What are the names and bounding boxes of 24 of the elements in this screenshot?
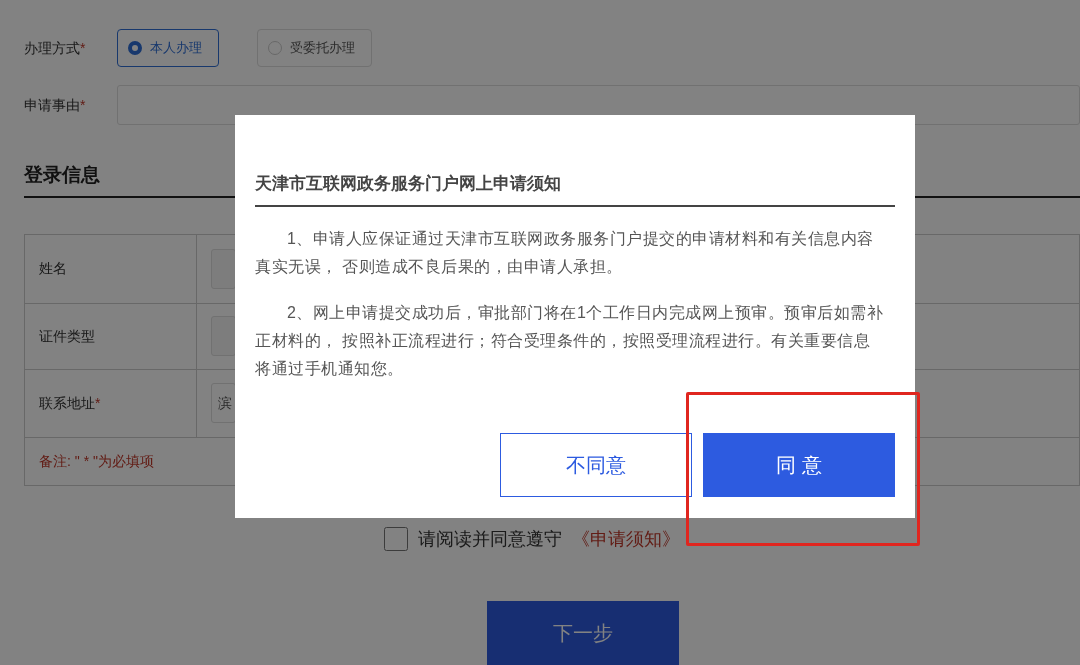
agree-checkbox[interactable] [384, 527, 408, 551]
notice-paragraph: 2、网上申请提交成功后，审批部门将在1个工作日内完成网上预审。预审后如需补正材料的， 按照补正流程进行；符合受理条件的，按照受理流程进行。有关重要信息将通过手机通知您。 [255, 302, 885, 379]
notice-paragraph: 1、申请人应保证通过天津市互联网政务服务门户提交的申请材料和有关信息内容真实无误， 否则造成不良后果的，由申请人承担。 [255, 228, 875, 277]
field-label: 姓名 [39, 259, 67, 278]
required-mark: * [95, 393, 101, 413]
disagree-button[interactable]: 不同意 [500, 433, 692, 497]
next-button[interactable]: 下一步 [487, 600, 679, 665]
agreement-text: 请阅读并同意遵守 [418, 527, 562, 551]
radio-option[interactable]: 本人办理 [117, 29, 219, 67]
input-field[interactable]: 滨 [211, 383, 236, 423]
required-mark: * [80, 39, 86, 56]
terms-link[interactable]: 《申请须知》 [572, 525, 680, 553]
radio-icon[interactable] [128, 41, 142, 55]
field-label: 申请事由 [24, 96, 80, 113]
field-label: 联系地址 [39, 393, 95, 413]
field-label: 办理方式 [24, 39, 80, 56]
note-text: 备注: " * "为必填项 [39, 451, 154, 471]
radio-label: 本人办理 [150, 39, 202, 58]
dialog-title: 天津市互联网政务服务门户网上申请须知 [255, 171, 895, 207]
required-mark: * [80, 96, 86, 113]
field-label: 证件类型 [39, 326, 95, 346]
radio-option[interactable]: 受委托办理 [257, 29, 372, 67]
radio-label: 受委托办理 [290, 39, 355, 58]
agree-button[interactable]: 同 意 [703, 433, 895, 497]
